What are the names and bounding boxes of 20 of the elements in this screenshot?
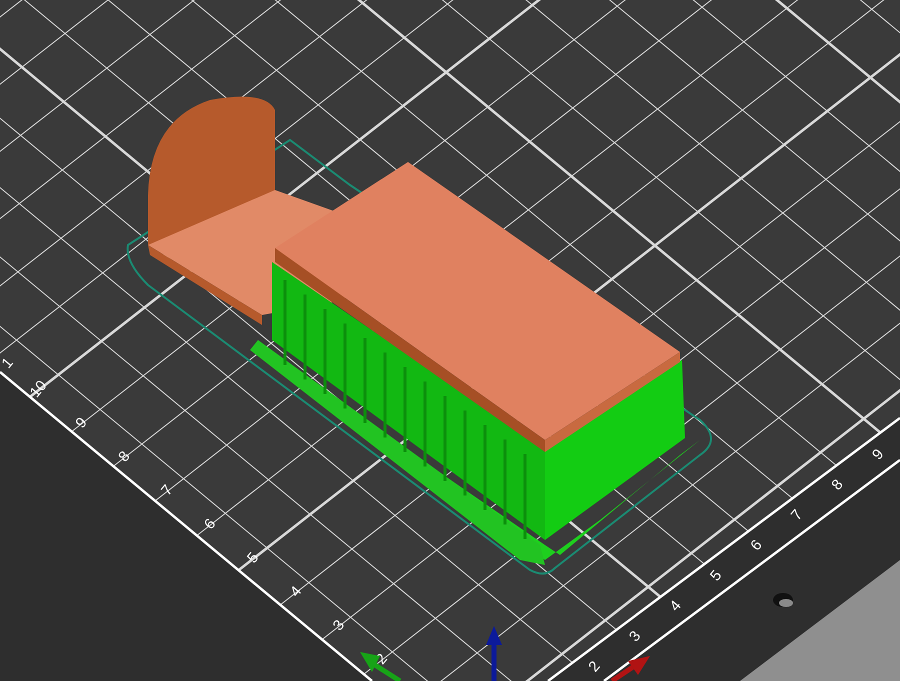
scale-number: 5 — [706, 567, 726, 584]
x-axis-arrow-icon — [610, 656, 650, 681]
scale-number: 6 — [747, 536, 766, 554]
scale-number: 10 — [26, 377, 50, 401]
scale-number: 8 — [828, 476, 847, 494]
scale-number: 8 — [115, 448, 134, 466]
scale-number: 5 — [244, 549, 262, 567]
scale-number: 4 — [666, 597, 685, 615]
scale-number: 9 — [72, 414, 91, 432]
y-axis-arrow-icon — [360, 652, 402, 681]
scale-number: 6 — [200, 515, 220, 533]
scale-number: 3 — [330, 616, 348, 634]
scale-number: 9 — [868, 446, 888, 464]
scale-number: 1 — [0, 354, 17, 372]
z-axis-arrow-icon — [486, 626, 502, 681]
scale-number: 7 — [788, 506, 806, 524]
scale-number: 4 — [286, 582, 306, 600]
scale-number: 2 — [585, 658, 604, 676]
scale-number: 3 — [626, 628, 644, 646]
scale-number: 7 — [158, 482, 176, 500]
